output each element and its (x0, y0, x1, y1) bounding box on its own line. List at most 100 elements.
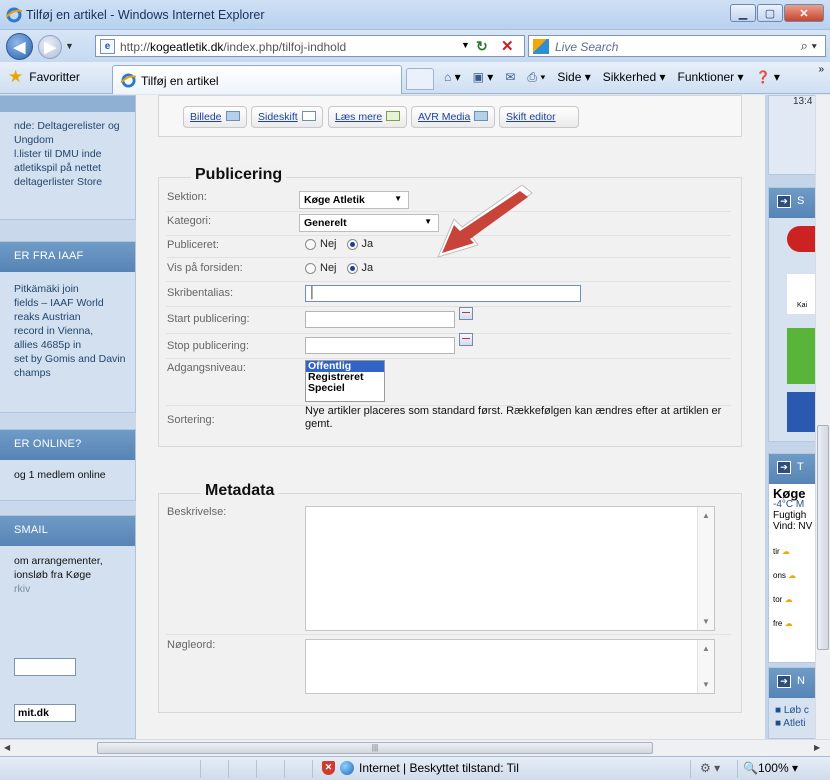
sponsor-logo[interactable] (787, 392, 815, 432)
scroll-up-icon[interactable]: ▲ (702, 511, 710, 520)
start-date-input[interactable] (305, 311, 455, 328)
nej-label: Nej (320, 262, 337, 274)
stop-icon[interactable]: ✕ (501, 37, 514, 55)
security-zone[interactable]: ✕ Internet | Beskyttet tilstand: Til (322, 761, 519, 775)
scroll-left-icon[interactable]: ◀ (4, 743, 10, 752)
adgang-option[interactable]: Speciel (306, 383, 384, 394)
iaaf-line[interactable]: allies 4685p in (0, 338, 135, 352)
page-viewport: nde: Deltagerelister og Ungdom l.lister … (0, 95, 815, 739)
browser-tab[interactable]: Tilføj en artikel (112, 65, 402, 94)
links-heading: ➔ N (769, 668, 815, 698)
scroll-down-icon[interactable]: ▼ (702, 617, 710, 626)
url-field[interactable]: e http://kogeatletik.dk/index.php/tilfoj… (95, 35, 525, 57)
link-item[interactable]: ■ Løb c (775, 704, 815, 717)
news-line[interactable]: nde: Deltagerelister og (0, 119, 135, 133)
iaaf-line[interactable]: champs (0, 366, 135, 380)
kategori-label: Kategori: (167, 215, 212, 227)
iaaf-line[interactable]: set by Gomis and Davin (0, 352, 135, 366)
avr-media-button[interactable]: AVR Media (411, 106, 496, 128)
funktioner-menu[interactable]: Funktioner ▾ (677, 70, 743, 85)
maximize-button[interactable]: ▢ (757, 4, 783, 22)
sponsor-logo[interactable] (787, 328, 815, 384)
readmore-icon (386, 111, 401, 121)
feeds-button[interactable]: ▣ ▾ (473, 70, 494, 85)
adgang-listbox[interactable]: Offentlig Registreret Speciel (305, 360, 385, 402)
sektion-label: Sektion: (167, 191, 207, 203)
favorites-button[interactable]: ★ Favoritter (8, 68, 80, 85)
newsletter-panel: SMAIL om arrangementer, ionsløb fra Køge… (0, 515, 136, 739)
links-panel: ➔ N ■ Løb c ■ Atleti (768, 667, 815, 739)
readmore-button[interactable]: Læs mere (328, 106, 408, 128)
search-icon[interactable]: ⌕ ▾ (801, 38, 817, 54)
addons-icon[interactable]: ⚙ ▾ (700, 761, 720, 775)
toggle-editor-button[interactable]: Skift editor (499, 106, 579, 128)
sponsor-logo[interactable]: Kai (787, 274, 815, 314)
forsiden-ja-radio[interactable] (346, 262, 358, 274)
refresh-icon[interactable]: ↻ (476, 38, 488, 55)
scroll-down-icon[interactable]: ▼ (702, 680, 710, 689)
mail-button[interactable]: ✉ (505, 70, 515, 85)
calendar-icon[interactable] (459, 307, 473, 320)
news-line[interactable]: Ungdom (0, 133, 135, 147)
vertical-scrollbar[interactable] (815, 95, 830, 739)
url-dropdown-icon[interactable]: ▼ (461, 40, 470, 50)
link-item[interactable]: ■ Atleti (775, 717, 815, 730)
publicering-legend: Publicering (191, 166, 287, 184)
scroll-right-icon[interactable]: ▶ (814, 743, 820, 752)
news-line[interactable]: l.lister til DMU inde (0, 147, 135, 161)
noegleord-textarea[interactable]: ▲ ▼ (305, 639, 715, 694)
weather-day: ons ☁ (773, 571, 797, 580)
kategori-select[interactable]: Generelt ▼ (299, 214, 439, 232)
textarea-scrollbar[interactable]: ▲ ▼ (697, 640, 714, 693)
pagebreak-button[interactable]: Sideskift (251, 106, 323, 128)
publiceret-ja-radio[interactable] (346, 238, 358, 250)
back-button[interactable]: ◀ (6, 33, 33, 60)
horizontal-scroll-thumb[interactable]: ||| (97, 742, 653, 754)
print-button[interactable]: ⎙ ▾ (527, 70, 545, 85)
vertical-scroll-thumb[interactable] (817, 425, 829, 650)
alias-input[interactable]: │ (305, 285, 581, 302)
scroll-up-icon[interactable]: ▲ (702, 644, 710, 653)
forsiden-nej-radio[interactable] (305, 262, 316, 274)
online-panel: ER ONLINE? og 1 medlem online (0, 429, 136, 501)
iaaf-line[interactable]: Pitkämäki join (0, 282, 135, 296)
favorites-label: Favoritter (29, 70, 80, 84)
beskrivelse-textarea[interactable]: ▲ ▼ (305, 506, 715, 631)
search-field[interactable]: Live Search ⌕ ▾ (528, 35, 826, 57)
newsletter-email-input[interactable]: mit.dk (14, 704, 76, 722)
calendar-icon[interactable] (459, 333, 473, 346)
minimize-button[interactable]: ▁ (730, 4, 756, 22)
url-text[interactable]: http://kogeatletik.dk/index.php/tilfoj-i… (120, 40, 346, 54)
horizontal-scrollbar[interactable]: ◀ ||| ▶ (0, 739, 830, 756)
image-button[interactable]: Billede (183, 106, 247, 128)
new-tab-button[interactable] (406, 68, 434, 90)
beskrivelse-label: Beskrivelse: (167, 506, 227, 518)
publiceret-nej-radio[interactable] (305, 238, 316, 250)
ja-label: Ja (361, 238, 374, 250)
news-line[interactable]: deltagerlister Store (0, 175, 135, 189)
sun-cloud-icon: ☁ (784, 595, 793, 604)
side-menu[interactable]: Side ▾ (557, 70, 590, 85)
help-button[interactable]: ❓ ▾ (756, 70, 780, 85)
media-icon (474, 111, 489, 121)
close-button[interactable]: ✕ (784, 4, 824, 22)
news-line[interactable]: atletikspil på nettet (0, 161, 135, 175)
sektion-select[interactable]: Køge Atletik ▼ (299, 191, 409, 209)
newsletter-name-input[interactable] (14, 658, 76, 676)
zoom-control[interactable]: 🔍100% ▾ (743, 761, 798, 775)
iaaf-line[interactable]: fields – IAAF World (0, 296, 135, 310)
more-commands-icon[interactable]: » (818, 64, 824, 75)
textarea-scrollbar[interactable]: ▲ ▼ (697, 507, 714, 630)
forward-button[interactable]: ▶ (38, 35, 62, 59)
sponsor-logo[interactable] (787, 226, 815, 252)
stop-date-input[interactable] (305, 337, 455, 354)
iaaf-line[interactable]: record in Vienna, (0, 324, 135, 338)
sikkerhed-menu[interactable]: Sikkerhed ▾ (603, 70, 666, 85)
red-arrow-annotation (437, 185, 533, 258)
archive-link[interactable]: rkiv (0, 582, 135, 596)
home-button[interactable]: ⌂ ▾ (444, 70, 461, 85)
globe-icon (340, 761, 354, 775)
history-dropdown-icon[interactable]: ▼ (65, 41, 74, 51)
iaaf-line[interactable]: reaks Austrian (0, 310, 135, 324)
right-sidebar: 13:4 ➔ S Kai ➔ T Køge -4°C M Fugtigh Vind:… (765, 95, 815, 739)
